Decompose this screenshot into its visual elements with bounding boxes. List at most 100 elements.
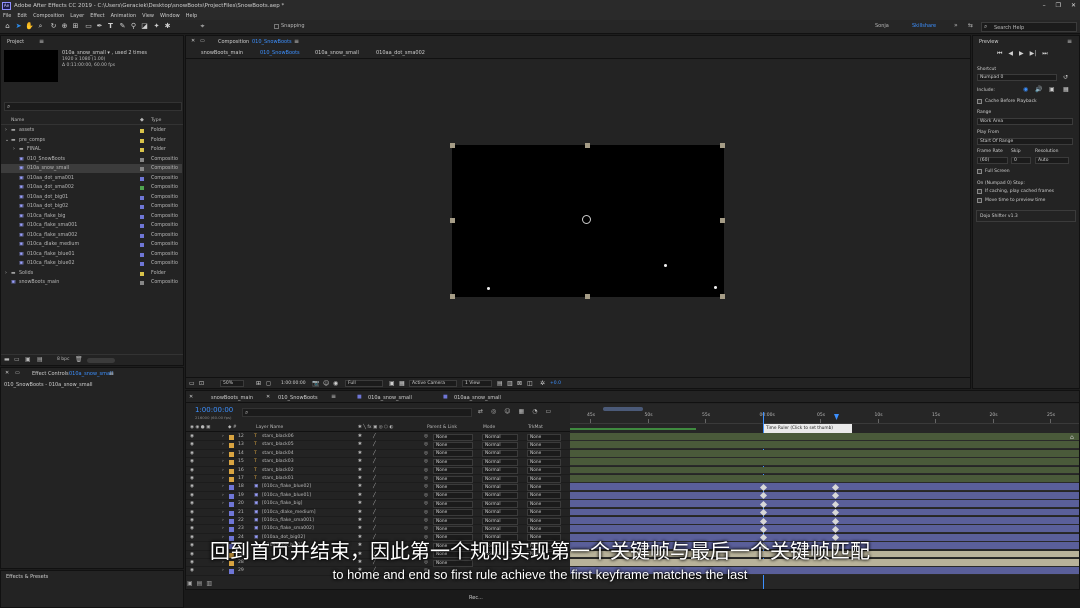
quality-switch-icon[interactable]: ╱ — [373, 525, 376, 533]
column-trkmat[interactable]: TrkMat — [528, 425, 543, 430]
project-menu-icon[interactable]: ≡ — [39, 38, 44, 45]
first-frame-icon[interactable]: ⏮ — [997, 50, 1002, 58]
shy-switch-icon[interactable]: ✱ — [358, 517, 362, 525]
twirl-icon[interactable]: ⌄ — [5, 136, 9, 145]
rotate-tool-icon[interactable]: ↻ — [49, 22, 58, 31]
timeline-search-field[interactable]: ⌕ — [242, 408, 472, 417]
transform-handle[interactable] — [585, 143, 590, 148]
work-area-bar[interactable] — [570, 428, 696, 430]
label-color-swatch[interactable] — [140, 186, 144, 190]
help-search-field[interactable]: ⌕ Search Help — [981, 22, 1077, 32]
twirl-icon[interactable]: › — [13, 145, 15, 154]
timeline-tab-010aa-snow-small[interactable]: 010aa_snow_small — [454, 395, 501, 401]
layer-trkmat-select[interactable]: None — [527, 433, 561, 441]
help-search-input[interactable]: Search Help — [994, 25, 1024, 31]
quality-switch-icon[interactable]: ╱ — [373, 492, 376, 500]
pickwhip-icon[interactable]: ◎ — [424, 467, 428, 475]
skip-select[interactable]: 0 — [1011, 157, 1031, 164]
flowchart-icon[interactable]: ⊠ — [517, 380, 522, 387]
layer-trkmat-select[interactable]: None — [527, 509, 561, 517]
project-item[interactable]: ▣ 010aa_dot_sma001 Compositio — [1, 174, 182, 183]
workspace-skillshare[interactable]: Skillshare — [912, 23, 936, 29]
close-icon[interactable]: ✕ — [189, 394, 193, 400]
graph-editor-icon[interactable]: ▭ — [545, 408, 551, 415]
close-button[interactable]: ✕ — [1071, 0, 1076, 12]
taskbar-recording-label[interactable]: Rec... — [469, 595, 483, 601]
project-item[interactable]: ▣ 010a_snow_small Compositio — [1, 164, 182, 173]
thumbnail-slider[interactable] — [87, 358, 115, 363]
layer-visibility-icon[interactable]: ◉ — [190, 433, 194, 441]
reset-icon[interactable]: ↺ — [1063, 74, 1068, 81]
cache-before-playback-checkbox[interactable] — [977, 99, 982, 104]
label-color-swatch[interactable] — [140, 167, 144, 171]
layer-twirl-icon[interactable]: › — [222, 475, 224, 483]
pen-tool-icon[interactable]: ✒ — [95, 22, 104, 31]
delete-icon[interactable]: 🗑 — [75, 356, 83, 363]
eraser-tool-icon[interactable]: ◪ — [140, 22, 149, 31]
layer-trkmat-select[interactable]: None — [527, 458, 561, 466]
layer-duration-bar[interactable] — [570, 449, 1079, 458]
workspace-menu-icon[interactable]: » — [954, 22, 958, 29]
tab-preview[interactable]: Preview — [979, 39, 998, 45]
always-preview-icon[interactable]: ▭ — [189, 380, 195, 387]
menu-animation[interactable]: Animation — [111, 12, 137, 20]
channel-icon[interactable]: ◫ — [527, 380, 533, 387]
timeline-toggle-icon[interactable]: ▥ — [507, 380, 513, 387]
layer-name[interactable]: [010ca_flake_blue02] — [262, 483, 311, 491]
layer-row[interactable]: ◉ › 19 ▣ [010ca_flake_blue01] ✱ ╱ ◎ None Normal No… — [186, 492, 570, 501]
fast-preview-icon[interactable]: ▣ — [389, 380, 395, 387]
viewer-timecode[interactable]: 1:00:00:00 — [281, 381, 306, 386]
layer-label-swatch[interactable] — [229, 485, 234, 491]
label-color-swatch[interactable] — [140, 271, 144, 276]
lock-icon[interactable]: ▭ — [15, 370, 20, 376]
roto-brush-tool-icon[interactable]: ✦ — [152, 22, 161, 31]
layer-parent-select[interactable]: None — [433, 442, 473, 450]
effect-controls-target[interactable]: 010a_snow_small — [69, 371, 113, 377]
layer-name[interactable]: stars_black04 — [262, 450, 294, 458]
layer-twirl-icon[interactable]: › — [222, 433, 224, 441]
layer-name[interactable]: stars_black02 — [262, 467, 294, 475]
layer-trkmat-select[interactable]: None — [527, 526, 561, 534]
resolution-preview-select[interactable]: Auto — [1035, 157, 1069, 164]
layer-parent-select[interactable]: None — [433, 475, 473, 483]
time-ruler[interactable]: 45s 50s 55s 00:00s 05s 10s 15s 20s 25s — [570, 412, 1079, 424]
layer-name[interactable]: stars_black05 — [262, 441, 294, 449]
layer-visibility-icon[interactable]: ◉ — [190, 450, 194, 458]
panel-menu-icon[interactable]: ≡ — [331, 393, 336, 400]
layer-mode-select[interactable]: Normal — [482, 526, 518, 534]
project-search-field[interactable]: ⌕ — [4, 102, 182, 111]
layer-visibility-icon[interactable]: ◉ — [190, 441, 194, 449]
label-color-swatch[interactable] — [140, 157, 144, 162]
play-icon[interactable]: ▶ — [1019, 50, 1024, 58]
project-item[interactable]: › ▬ Solids Folder — [1, 269, 182, 278]
layer-twirl-icon[interactable]: › — [222, 450, 224, 458]
layer-mode-select[interactable]: Normal — [482, 442, 518, 450]
shy-switch-icon[interactable]: ✱ — [358, 467, 362, 475]
shy-switch-icon[interactable]: ✱ — [358, 475, 362, 483]
layer-duration-bar[interactable] — [570, 466, 1079, 475]
transparency-grid-icon[interactable]: ▦ — [399, 380, 405, 387]
pickwhip-icon[interactable]: ◎ — [424, 441, 428, 449]
layer-duration-bar[interactable] — [570, 491, 1079, 500]
layer-duration-bar[interactable] — [570, 500, 1079, 508]
layer-trkmat-select[interactable]: None — [527, 475, 561, 483]
layer-parent-select[interactable]: None — [433, 526, 473, 534]
shortcut-select[interactable]: Numpad 0 — [977, 74, 1057, 81]
new-folder-icon[interactable]: ▭ — [14, 356, 20, 363]
layer-duration-bar[interactable] — [570, 441, 1079, 450]
time-navigator-bar[interactable] — [603, 407, 643, 411]
project-item[interactable]: ▣ 010aa_dot_sma002 Compositio — [1, 183, 182, 192]
pickwhip-icon[interactable]: ◎ — [424, 475, 428, 483]
layer-row[interactable]: ◉ › 15 Tstars_black03 ✱ ╱ ◎ None Normal None — [186, 458, 570, 467]
region-of-interest-icon[interactable]: ⊡ — [199, 380, 204, 387]
layer-visibility-icon[interactable]: ◉ — [190, 458, 194, 466]
project-item[interactable]: ▣ 010ca_flake_sma001 Compositio — [1, 221, 182, 230]
layer-mode-select[interactable]: Normal — [482, 509, 518, 517]
layer-name[interactable]: stars_black06 — [262, 433, 294, 441]
transform-handle[interactable] — [720, 143, 725, 148]
column-parent[interactable]: Parent & Link — [427, 425, 457, 430]
camera-select[interactable]: Active Camera — [409, 380, 457, 387]
pickwhip-icon[interactable]: ◎ — [424, 509, 428, 517]
layer-parent-select[interactable]: None — [433, 450, 473, 458]
layer-trkmat-select[interactable]: None — [527, 517, 561, 525]
